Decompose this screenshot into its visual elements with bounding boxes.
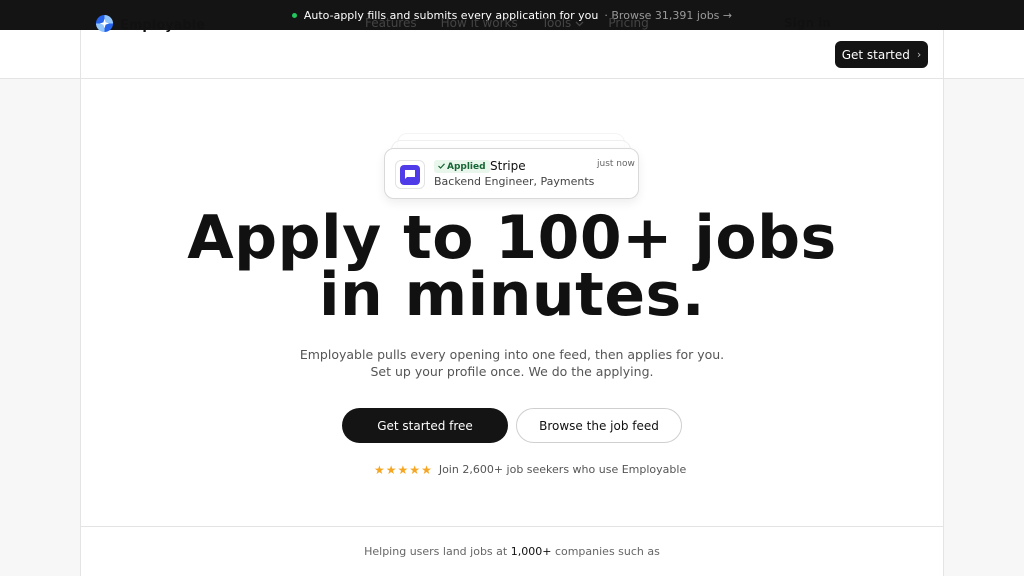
status-dot-icon [291, 12, 297, 18]
browse-job-feed-button[interactable]: Browse the job feed [516, 408, 682, 443]
hero-headline: Apply to 100+ jobs in minutes. [0, 208, 1024, 325]
headline-line-2: in minutes. [318, 260, 706, 330]
nav-link-tools[interactable]: Tools [542, 16, 585, 30]
get-started-free-button[interactable]: Get started free [342, 408, 508, 443]
social-proof: ★ ★ ★ ★ ★ Join 2,600+ job seekers who us… [374, 463, 686, 476]
star-icon: ★ [409, 462, 421, 477]
logo-icon [95, 14, 114, 37]
brand-name: Employable [120, 18, 205, 33]
logos-caption: Helping users land jobs at 1,000+ compan… [0, 545, 1024, 558]
chevron-down-icon [575, 16, 584, 30]
stripe-logo-icon [400, 164, 420, 185]
application-notification-card: Applied Stripe Backend Engineer, Payment… [384, 148, 639, 199]
logos-caption-suffix: companies such as [554, 545, 660, 558]
rating-stars: ★ ★ ★ ★ ★ [374, 464, 432, 476]
logos-caption-prefix: Helping users land jobs at [364, 545, 508, 558]
star-icon: ★ [397, 462, 409, 477]
frame-line-right [943, 30, 944, 79]
check-icon [438, 162, 445, 172]
star-icon: ★ [385, 462, 397, 477]
nav-link-tools-label: Tools [541, 16, 572, 30]
nav-link-features[interactable]: Features [365, 16, 417, 30]
chevron-right-icon: › [916, 48, 922, 61]
timestamp: just now [597, 159, 635, 169]
get-started-label: Get started [841, 47, 910, 62]
social-proof-text: Join 2,600+ job seekers who use Employab… [438, 463, 687, 476]
nav-link-how-it-works[interactable]: How it works [441, 16, 518, 30]
status-badge-label: Applied [447, 161, 486, 172]
brand-logo[interactable]: Employable [95, 14, 205, 37]
status-badge: Applied [434, 160, 490, 173]
company-name: Stripe [490, 159, 526, 173]
sign-in-link[interactable]: Sign in [784, 16, 831, 30]
hero-subtext: Employable pulls every opening into one … [299, 347, 725, 379]
nav-links: Features How it works Tools Pricing [365, 16, 649, 30]
job-role: Backend Engineer, Payments [434, 175, 595, 188]
get-started-button[interactable]: Get started › [835, 41, 928, 68]
star-icon: ★ [421, 462, 432, 477]
company-logo [395, 160, 425, 189]
frame-line-left [80, 30, 81, 79]
logos-caption-count: 1,000+ [510, 545, 552, 558]
star-icon: ★ [374, 462, 385, 477]
nav-link-pricing[interactable]: Pricing [608, 16, 648, 30]
